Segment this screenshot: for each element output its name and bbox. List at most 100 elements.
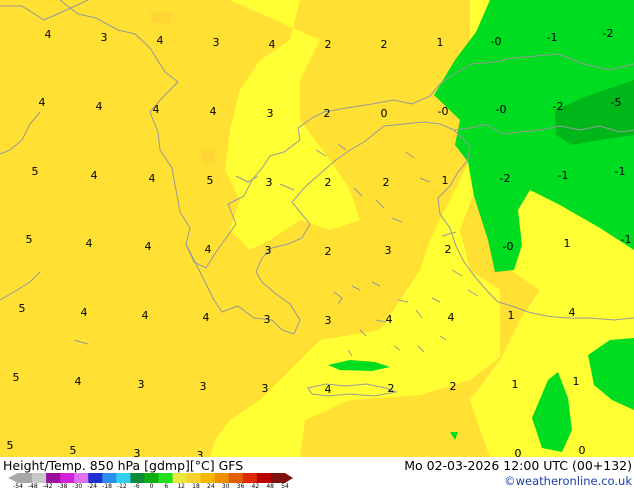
value-label: 4 (210, 105, 217, 118)
value-label: 3 (267, 107, 274, 120)
value-label: 4 (325, 383, 332, 396)
value-label: 0 (579, 444, 586, 457)
value-label: -2 (553, 100, 564, 113)
value-label: 4 (75, 375, 82, 388)
legend-tick-label: -38 (57, 483, 68, 490)
legend-tick-label: -12 (116, 483, 127, 490)
value-label: 4 (386, 313, 393, 326)
legend-tick-label: -24 (87, 483, 98, 490)
value-label: -5 (611, 96, 622, 109)
value-label: 2 (383, 176, 390, 189)
value-label: -2 (500, 172, 511, 185)
value-label: 3 (200, 380, 207, 393)
legend-swatch (46, 473, 61, 483)
value-label: 0 (381, 107, 388, 120)
value-label: 4 (39, 96, 46, 109)
legend-swatch (116, 473, 131, 483)
legend-colorbar (8, 473, 293, 483)
legend-tick-label: 30 (221, 483, 230, 490)
legend-swatch (102, 473, 117, 483)
value-label: -0 (496, 103, 507, 116)
value-label: 2 (388, 382, 395, 395)
legend-swatch (172, 473, 188, 483)
value-label: 1 (442, 174, 449, 187)
value-label: -0 (503, 240, 514, 253)
legend-tick-label: 0 (149, 483, 154, 490)
value-label: 2 (325, 38, 332, 51)
value-label: 4 (149, 172, 156, 185)
legend-tick-label: 42 (251, 483, 260, 490)
value-label: 4 (569, 306, 576, 319)
value-label: 4 (96, 100, 103, 113)
value-label: 1 (512, 378, 519, 391)
value-label: -0 (491, 35, 502, 48)
value-label: 0 (515, 447, 522, 457)
value-label: 3 (213, 36, 220, 49)
value-label: -1 (615, 165, 626, 178)
legend-swatch (18, 473, 33, 483)
value-label: 4 (269, 38, 276, 51)
legend-swatch (270, 473, 286, 483)
legend-tick-label: 36 (236, 483, 245, 490)
legend-tick-label: 54 (281, 483, 289, 490)
value-label: 2 (381, 38, 388, 51)
legend-swatch (242, 473, 258, 483)
value-label: 2 (324, 107, 331, 120)
value-label: 5 (26, 233, 33, 246)
legend-tick-label: 12 (177, 483, 185, 490)
value-label: 5 (70, 444, 77, 457)
legend-tick-label: -6 (133, 483, 140, 490)
value-label: 4 (153, 103, 160, 116)
value-label: -1 (621, 233, 632, 246)
legend-swatch (158, 473, 174, 483)
value-label: 3 (197, 449, 204, 457)
value-label: 4 (203, 311, 210, 324)
value-label: 4 (81, 306, 88, 319)
value-label: 4 (91, 169, 98, 182)
credit-text[interactable]: ©weatheronline.co.uk (504, 474, 632, 488)
value-label: 2 (450, 380, 457, 393)
legend-swatch (214, 473, 230, 483)
value-label: 3 (266, 176, 273, 189)
value-label: 3 (101, 31, 108, 44)
credit-link[interactable]: ©weatheronline.co.uk (503, 474, 632, 488)
value-label: -1 (558, 169, 569, 182)
value-label: 4 (142, 309, 149, 322)
value-label: -2 (603, 27, 614, 40)
value-label: 1 (564, 237, 571, 250)
value-label: -0 (438, 105, 449, 118)
value-label: 2 (325, 245, 332, 258)
value-label: 4 (45, 28, 52, 41)
value-label: 4 (205, 243, 212, 256)
value-label: 2 (445, 243, 452, 256)
value-label: 4 (145, 240, 152, 253)
legend-swatch (228, 473, 244, 483)
value-label: 3 (385, 244, 392, 257)
legend-swatch (60, 473, 75, 483)
legend-tick-label: 18 (192, 483, 200, 490)
value-label: 4 (86, 237, 93, 250)
legend-tick-label: 6 (164, 483, 169, 490)
value-label: 3 (325, 314, 332, 327)
legend-swatch (186, 473, 202, 483)
value-label: 1 (573, 375, 580, 388)
value-label: 3 (264, 313, 271, 326)
legend-tick-label: -18 (102, 483, 112, 490)
value-label: 3 (134, 447, 141, 457)
value-label: 2 (325, 176, 332, 189)
legend-right-arrow (285, 473, 293, 483)
value-label: 5 (32, 165, 39, 178)
legend-swatch (130, 473, 145, 483)
value-label: 3 (265, 244, 272, 257)
legend-tick-label: -30 (72, 483, 83, 490)
value-label: 4 (448, 311, 455, 324)
value-label: 3 (138, 378, 145, 391)
legend-tick-label: -48 (27, 483, 38, 490)
value-label: 5 (13, 371, 20, 384)
value-label: 3 (262, 382, 269, 395)
legend-swatch (256, 473, 272, 483)
value-label: -1 (547, 31, 558, 44)
legend-tick-label: -42 (42, 483, 53, 490)
weather-map: 4 3 4 3 4 2 2 1 -0 -1 -2 4 4 4 4 3 2 0 -0 -0 -2 -5 5 4 4 5 3 2 2 1 -2 -… (0, 0, 634, 457)
value-label: 1 (437, 36, 444, 49)
